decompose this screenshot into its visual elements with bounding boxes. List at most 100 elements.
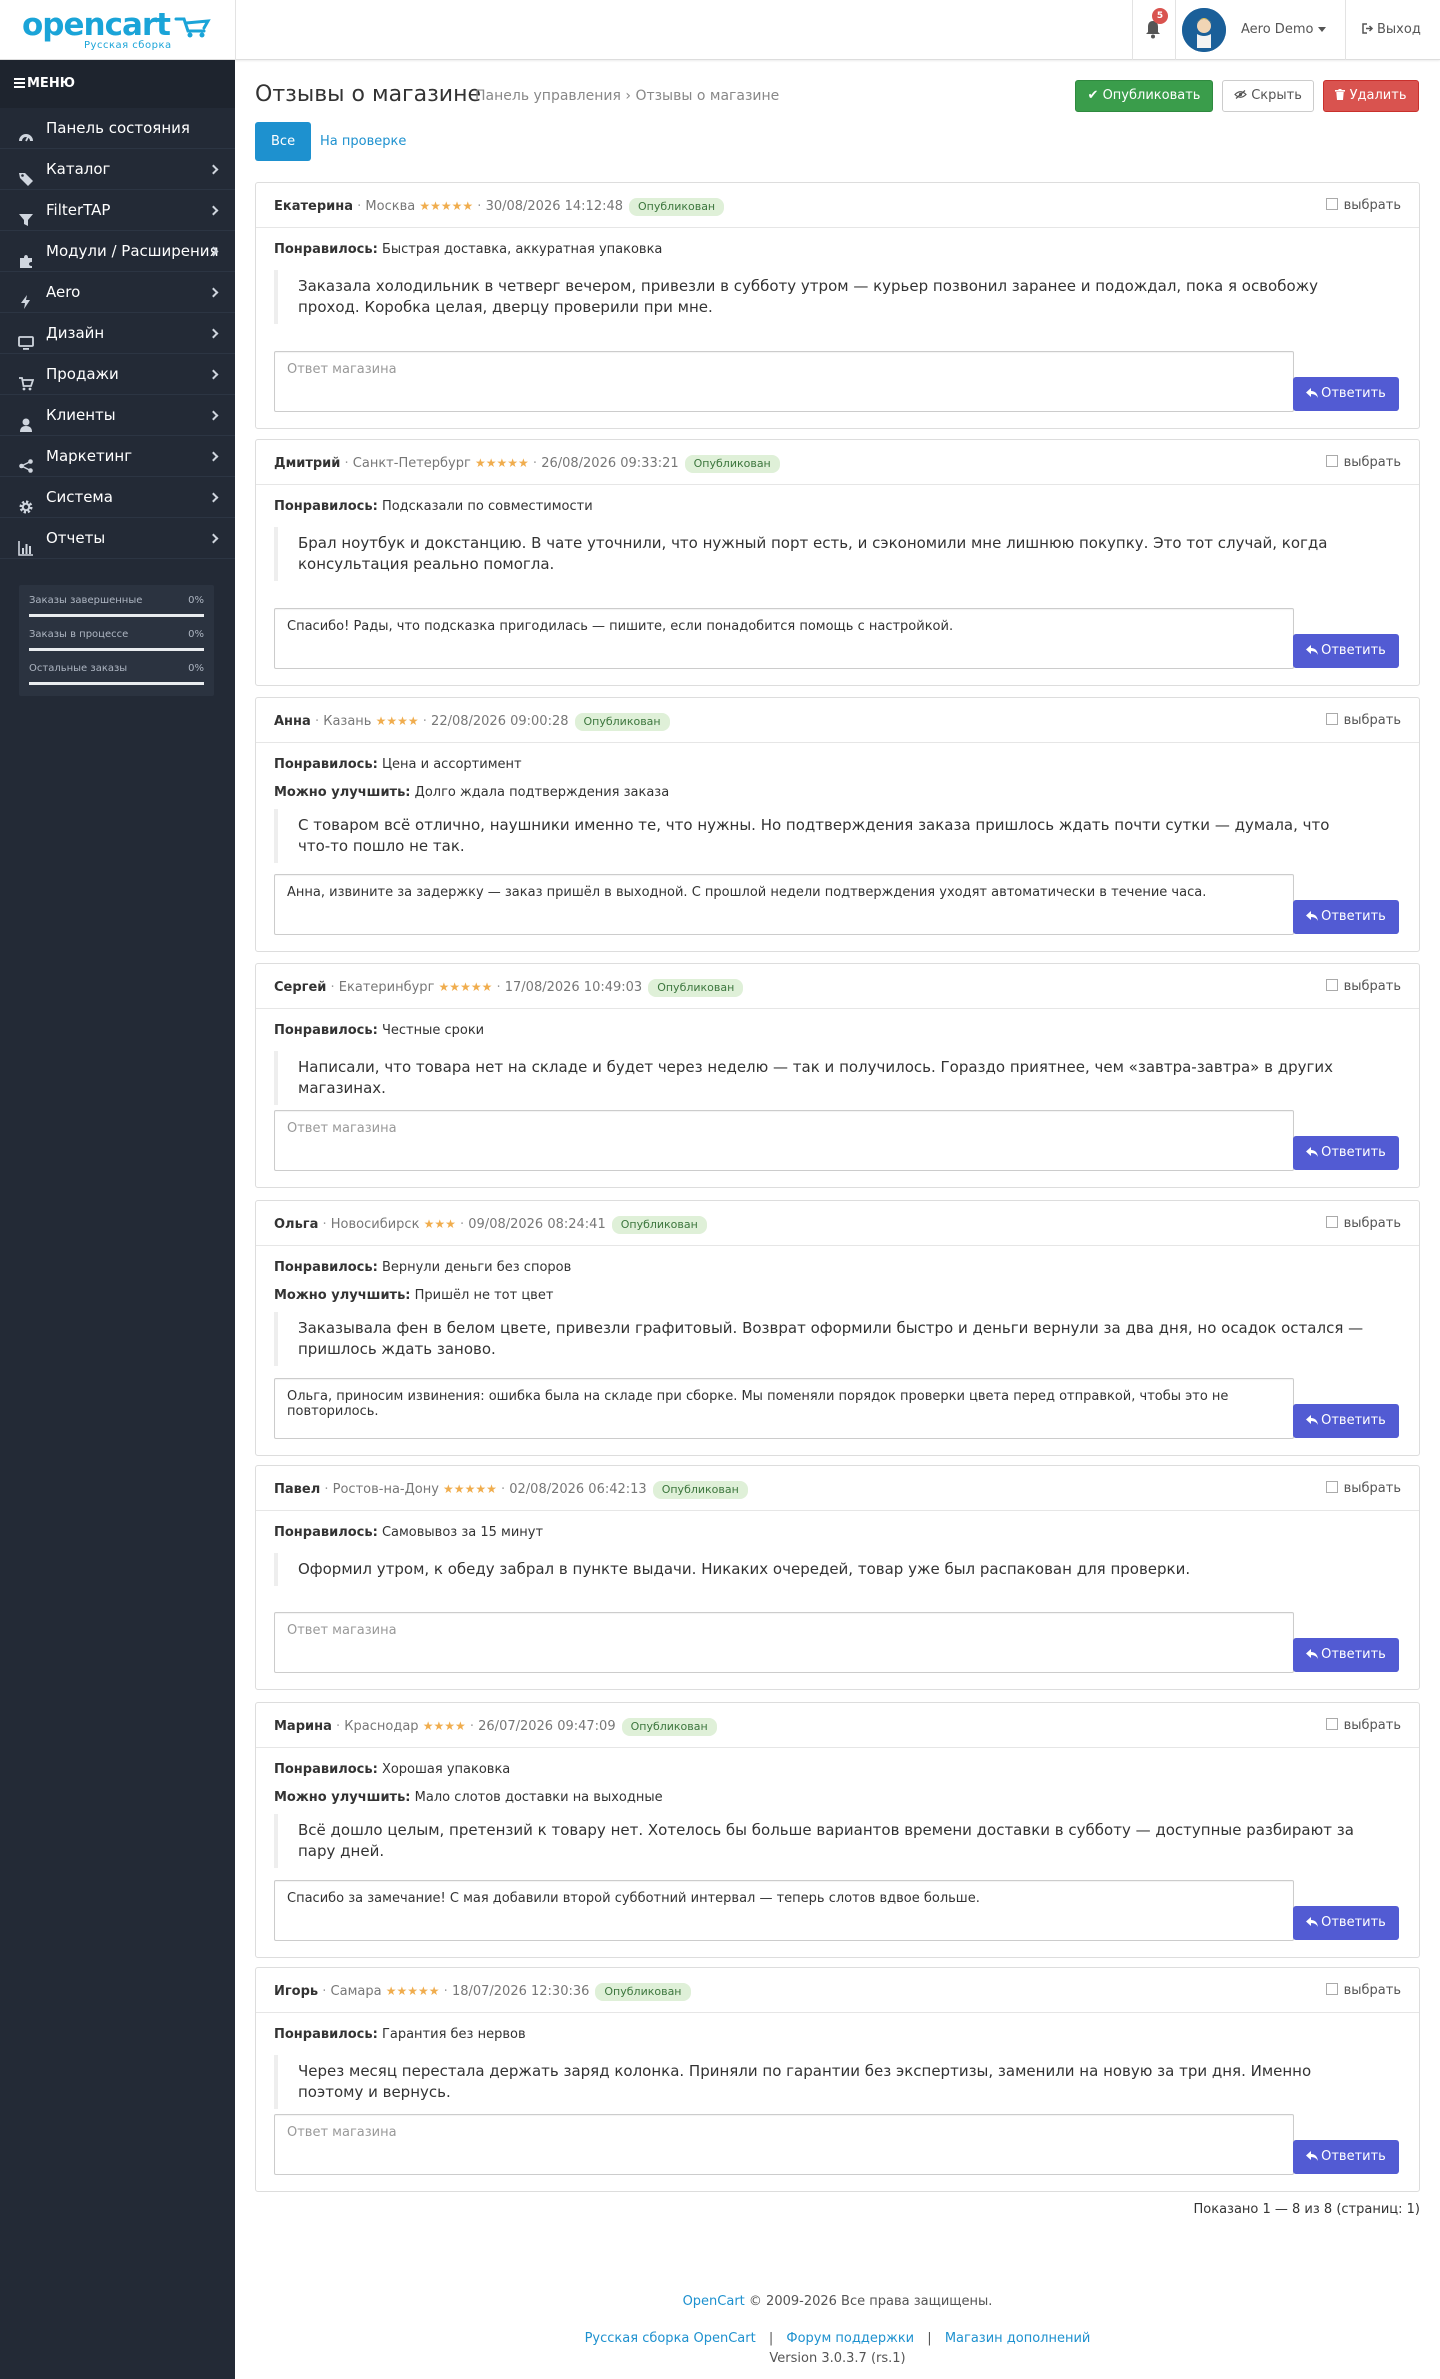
answer-textarea[interactable]: Анна, извините за задержку — заказ пришё…	[274, 874, 1294, 935]
select-checkbox[interactable]: выбрать	[1325, 198, 1401, 213]
review-text: Заказала холодильник в четверг вечером, …	[274, 270, 1364, 324]
reviewer-city: Краснодар	[344, 1719, 419, 1734]
breadcrumb-item[interactable]: Отзывы о магазине	[635, 88, 779, 104]
sidebar-item[interactable]: Aero	[0, 272, 235, 313]
reviewer-city: Казань	[323, 714, 372, 729]
footer-link-forum[interactable]: Форум поддержки	[786, 2331, 914, 2346]
select-checkbox[interactable]: выбрать	[1325, 1983, 1401, 1998]
checkbox-box[interactable]	[1325, 455, 1338, 467]
select-checkbox[interactable]: выбрать	[1325, 713, 1401, 728]
review-card: Марина · Краснодар ★★★★ · 26/07/2026 09:…	[255, 1702, 1420, 1958]
select-checkbox[interactable]: выбрать	[1325, 455, 1401, 470]
answer-textarea[interactable]: Ответ магазина	[274, 1110, 1294, 1171]
hide-button[interactable]: Скрыть	[1222, 80, 1314, 112]
checkbox-box[interactable]	[1325, 979, 1338, 991]
reply-button[interactable]: Ответить	[1293, 1638, 1399, 1672]
reply-button[interactable]: Ответить	[1293, 1136, 1399, 1170]
select-checkbox[interactable]: выбрать	[1325, 1481, 1401, 1496]
tab-pending[interactable]: На проверке	[304, 122, 422, 161]
reply-button[interactable]: Ответить	[1293, 1906, 1399, 1940]
reply-button[interactable]: Ответить	[1293, 900, 1399, 934]
sidebar-item[interactable]: Модули / Расширения	[0, 231, 235, 272]
review-date: 30/08/2026 14:12:48	[485, 199, 624, 214]
sidebar-item[interactable]: Продажи	[0, 354, 235, 395]
reply-button[interactable]: Ответить	[1293, 634, 1399, 668]
sidebar-item[interactable]: Каталог	[0, 149, 235, 190]
reply-button[interactable]: Ответить	[1293, 1404, 1399, 1438]
review-meta: Екатерина · Москва ★★★★★ · 30/08/2026 14…	[274, 198, 725, 216]
select-checkbox[interactable]: выбрать	[1325, 1718, 1401, 1733]
improve-text: Пришёл не тот цвет	[414, 1288, 554, 1303]
review-header: Екатерина · Москва ★★★★★ · 30/08/2026 14…	[256, 183, 1419, 228]
review-meta: Анна · Казань ★★★★ · 22/08/2026 09:00:28…	[274, 713, 670, 731]
tab-all[interactable]: Все	[255, 122, 312, 161]
user-icon	[18, 408, 34, 432]
chevron-down-icon[interactable]	[1318, 27, 1326, 32]
checkbox-box[interactable]	[1325, 198, 1338, 210]
chevron-right-icon	[208, 492, 219, 503]
select-checkbox[interactable]: выбрать	[1325, 979, 1401, 994]
checkbox-box[interactable]	[1325, 1718, 1338, 1730]
review-header: Марина · Краснодар ★★★★ · 26/07/2026 09:…	[256, 1703, 1419, 1748]
meta-separator: ·	[455, 1217, 469, 1232]
reply-button[interactable]: Ответить	[1293, 377, 1399, 411]
checkbox-box[interactable]	[1325, 1481, 1338, 1493]
footer-brand-link[interactable]: OpenCart	[683, 2294, 745, 2309]
footer-separator: |	[927, 2331, 932, 2346]
sidebar: МЕНЮ Панель состояния Каталог FilterTAP Мод…	[0, 60, 235, 2379]
review-header: Анна · Казань ★★★★ · 22/08/2026 09:00:28…	[256, 698, 1419, 743]
delete-button[interactable]: Удалить	[1323, 80, 1419, 112]
avatar[interactable]	[1182, 8, 1226, 52]
sidebar-item[interactable]: Система	[0, 477, 235, 518]
breadcrumb-item[interactable]: Панель управления	[475, 88, 621, 104]
answer-textarea[interactable]: Ответ магазина	[274, 2114, 1294, 2175]
order-stat-label: Заказы завершенные	[29, 595, 143, 606]
user-name[interactable]: Aero Demo	[1241, 22, 1313, 37]
liked-text: Честные сроки	[381, 1023, 485, 1038]
hamburger-icon	[14, 78, 25, 88]
sidebar-item[interactable]: FilterTAP	[0, 190, 235, 231]
menu-toggle[interactable]: МЕНЮ	[0, 60, 235, 108]
meta-separator: ·	[320, 1482, 333, 1497]
bolt-icon	[18, 285, 34, 309]
status-badge: Опубликован	[574, 713, 670, 731]
improve-label: Можно улучшить:	[274, 1288, 411, 1303]
sidebar-item-label: Система	[46, 488, 113, 506]
publish-button[interactable]: ✔ Опубликовать	[1075, 80, 1213, 112]
reviewer-city: Москва	[365, 199, 416, 214]
answer-textarea[interactable]: Ответ магазина	[274, 351, 1294, 412]
footer-link-marketplace[interactable]: Магазин дополнений	[945, 2331, 1091, 2346]
sidebar-item[interactable]: Дизайн	[0, 313, 235, 354]
sidebar-item[interactable]: Панель состояния	[0, 108, 235, 149]
menu-label: МЕНЮ	[27, 76, 75, 91]
checkbox-box[interactable]	[1325, 713, 1338, 725]
opencart-logo[interactable]: opencart Русская сборка	[22, 8, 212, 54]
select-checkbox[interactable]: выбрать	[1325, 1216, 1401, 1231]
answer-textarea[interactable]: Ольга, приносим извинения: ошибка была н…	[274, 1378, 1294, 1439]
meta-separator: ·	[318, 1217, 331, 1232]
order-stat: Заказы в процессе 0%	[29, 629, 204, 663]
sidebar-item-label: Панель состояния	[46, 119, 190, 137]
footer-link-russian-build[interactable]: Русская сборка OpenCart	[585, 2331, 756, 2346]
sidebar-item[interactable]: Клиенты	[0, 395, 235, 436]
answer-textarea[interactable]: Спасибо! Рады, что подсказка пригодилась…	[274, 608, 1294, 669]
reply-button[interactable]: Ответить	[1293, 2140, 1399, 2174]
chevron-right-icon	[208, 369, 219, 380]
header-divider	[1175, 0, 1176, 60]
reply-label: Ответить	[1321, 1145, 1386, 1160]
reply-icon	[1306, 388, 1319, 398]
sidebar-item[interactable]: Маркетинг	[0, 436, 235, 477]
sign-out-icon	[1362, 23, 1374, 34]
chevron-right-icon	[208, 533, 219, 544]
meta-separator: ·	[318, 1984, 331, 1999]
answer-textarea[interactable]: Спасибо за замечание! С мая добавили вто…	[274, 1880, 1294, 1941]
reply-icon	[1306, 2151, 1319, 2161]
sidebar-item[interactable]: Отчеты	[0, 518, 235, 559]
filter-icon	[18, 203, 34, 226]
logout-link[interactable]: Выход	[1362, 22, 1421, 37]
meta-separator: ·	[310, 714, 324, 729]
checkbox-box[interactable]	[1325, 1983, 1338, 1995]
checkbox-box[interactable]	[1325, 1216, 1338, 1228]
rating-stars: ★★★★	[422, 1719, 466, 1733]
answer-textarea[interactable]: Ответ магазина	[274, 1612, 1294, 1673]
